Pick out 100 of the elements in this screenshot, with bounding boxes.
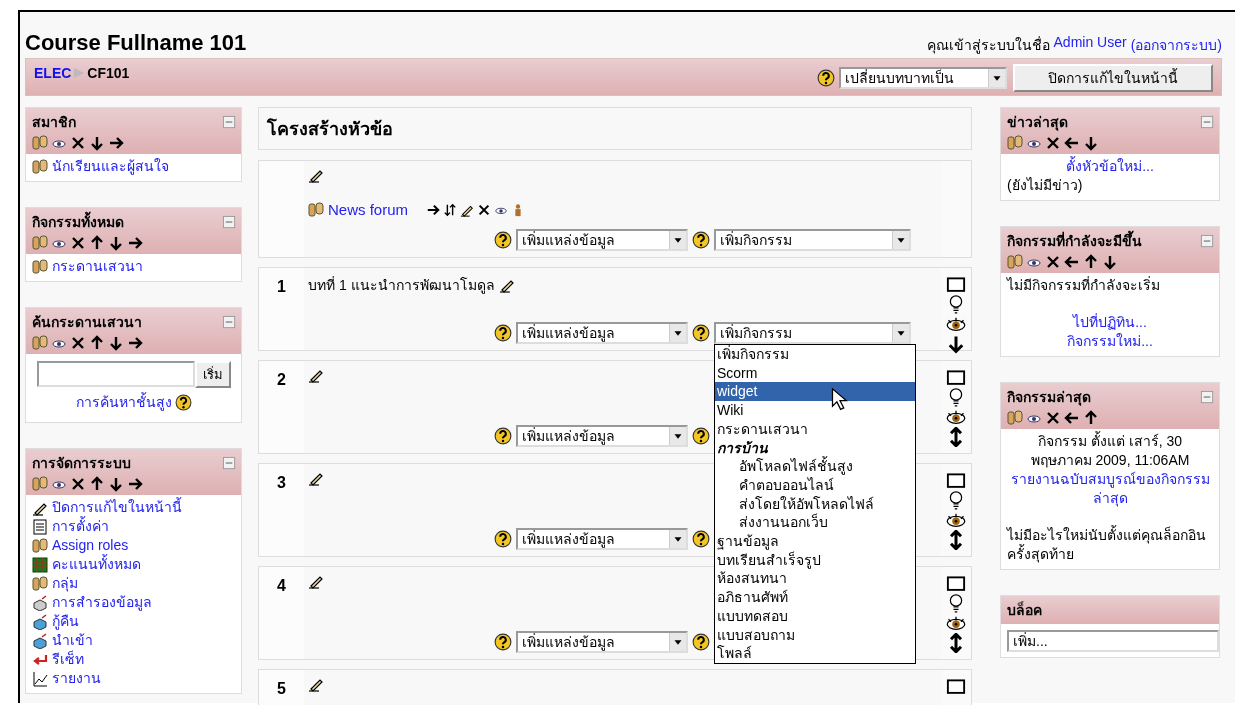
block-link[interactable]: รายงานฉบับสมบูรณ์ของกิจกรรมล่าสุด (1007, 470, 1213, 508)
block-link[interactable]: นักเรียนและผู้สนใจ (52, 157, 169, 176)
arrow-up-icon[interactable] (1083, 254, 1099, 270)
logout-link[interactable]: (ออกจากระบบ) (1130, 34, 1222, 56)
add-resource-select[interactable]: เพิ่มแหล่งข้อมูล (516, 425, 688, 447)
block-link[interactable]: Assign roles (52, 536, 129, 555)
dropdown-option[interactable]: โพลล์ (715, 644, 915, 663)
block-link[interactable]: ปิดการแก้ไขในหน้านี้ (52, 498, 182, 517)
add-activity-select[interactable]: เพิ่มกิจกรรม (714, 322, 911, 344)
arrow-up-icon[interactable] (89, 335, 105, 351)
dropdown-option[interactable]: คำตอบออนไลน์ (715, 475, 915, 495)
help-icon[interactable] (174, 393, 192, 411)
dropdown-option[interactable]: ห้องสนทนา (715, 569, 915, 589)
arrow-right-icon[interactable] (127, 476, 143, 492)
dropdown-option[interactable]: กระดานเสวนา (715, 419, 915, 439)
edit-mode-button[interactable]: ปิดการแก้ไขในหน้านี้ (1013, 64, 1213, 92)
block-link[interactable]: รีเซ็ท (52, 650, 84, 669)
delete-icon[interactable] (70, 476, 86, 492)
delete-icon[interactable] (1045, 410, 1061, 426)
dropdown-option[interactable]: เพิ่มกิจกรรม (715, 345, 915, 364)
move-icon[interactable] (443, 202, 458, 217)
people-icon[interactable] (1007, 410, 1023, 426)
people-icon[interactable] (32, 135, 48, 151)
square-icon[interactable] (946, 676, 966, 696)
people-icon[interactable] (32, 476, 48, 492)
arrow-right-icon[interactable] (127, 235, 143, 251)
arrow-right-icon[interactable] (108, 135, 124, 151)
arrow-down-icon[interactable] (1102, 254, 1118, 270)
help-icon[interactable] (692, 530, 710, 548)
square-icon[interactable] (946, 573, 966, 593)
add-resource-select[interactable]: เพิ่มแหล่งข้อมูล (516, 631, 688, 653)
help-icon[interactable] (692, 633, 710, 651)
help-icon[interactable] (692, 324, 710, 342)
delete-icon[interactable] (70, 235, 86, 251)
block-link[interactable]: กลุ่ม (52, 574, 78, 593)
people-icon[interactable] (1007, 254, 1023, 270)
add-resource-select[interactable]: เพิ่มแหล่งข้อมูล (516, 528, 688, 550)
arrow-up-icon[interactable] (89, 476, 105, 492)
search-field[interactable] (36, 361, 195, 387)
people-icon[interactable] (32, 335, 48, 351)
arrow-down-icon[interactable] (108, 335, 124, 351)
search-button[interactable]: เริ่ม (194, 361, 231, 388)
block-link[interactable]: คะแนนทั้งหมด (52, 555, 141, 574)
dropdown-option[interactable]: ส่งงานนอกเว็บ (715, 513, 915, 533)
arrow-down-icon[interactable] (1083, 135, 1099, 151)
arrow-up-icon[interactable] (89, 235, 105, 251)
dropdown-option[interactable]: แบบสอบถาม (715, 625, 915, 645)
dropdown-option[interactable]: widget (715, 382, 915, 402)
arrow-down-icon[interactable] (89, 135, 105, 151)
arrow-down-icon[interactable] (108, 476, 124, 492)
add-block-select[interactable]: เพิ่ม... (1007, 630, 1219, 652)
help-icon[interactable] (494, 633, 512, 651)
dropdown-option[interactable]: อภิธานศัพท์ (715, 588, 915, 607)
delete-icon[interactable] (477, 202, 492, 217)
dropdown-option[interactable]: บทเรียนสำเร็จรูป (715, 550, 915, 570)
role-select[interactable]: เปลี่ยนบทบาทเป็น (839, 67, 1007, 89)
arrow-left-icon[interactable] (1064, 254, 1080, 270)
block-link[interactable]: ไปที่ปฏิทิน... (1007, 313, 1213, 332)
square-icon[interactable] (946, 367, 966, 387)
block-link[interactable]: ตั้งหัวข้อใหม่... (1007, 157, 1213, 176)
block-link[interactable]: การตั้งค่า (52, 517, 109, 536)
arrow-up-icon[interactable] (1083, 410, 1099, 426)
arrow-down-icon[interactable] (108, 235, 124, 251)
activity-link[interactable]: News forum (328, 201, 409, 218)
add-resource-select[interactable]: เพิ่มแหล่งข้อมูล (516, 322, 688, 344)
delete-icon[interactable] (1045, 135, 1061, 151)
square-icon[interactable] (946, 470, 966, 490)
people-icon[interactable] (32, 235, 48, 251)
square-icon[interactable] (946, 274, 966, 294)
help-icon[interactable] (494, 324, 512, 342)
delete-icon[interactable] (70, 335, 86, 351)
dropdown-option[interactable]: ฐานข้อมูล (715, 532, 915, 551)
dropdown-option[interactable]: Wiki (715, 401, 915, 420)
user-link[interactable]: Admin User (1053, 34, 1127, 56)
breadcrumb-link[interactable]: ELEC (34, 65, 72, 81)
help-icon[interactable] (817, 69, 835, 87)
block-link[interactable]: กิจกรรมใหม่... (1007, 332, 1213, 351)
help-icon[interactable] (692, 231, 710, 249)
help-icon[interactable] (494, 427, 512, 445)
arrow-right-icon[interactable] (426, 202, 441, 217)
block-link[interactable]: รายงาน (52, 669, 101, 688)
delete-icon[interactable] (70, 135, 86, 151)
arrow-right-icon[interactable] (127, 335, 143, 351)
block-link[interactable]: กู้คืน (52, 612, 79, 631)
block-link[interactable]: กระดานเสวนา (52, 257, 143, 276)
block-link[interactable]: นำเข้า (52, 631, 93, 650)
arrow-left-icon[interactable] (1064, 135, 1080, 151)
people-icon[interactable] (1007, 135, 1023, 151)
people-icon[interactable] (32, 537, 48, 554)
delete-icon[interactable] (1045, 254, 1061, 270)
help-icon[interactable] (692, 427, 710, 445)
dropdown-option[interactable]: อัพโหลดไฟล์ชั้นสูง (715, 457, 915, 476)
advanced-search-link[interactable]: การค้นหาชั้นสูง (75, 391, 172, 413)
arrow-down-icon[interactable] (946, 334, 966, 354)
help-icon[interactable] (494, 530, 512, 548)
dropdown-option[interactable]: แบบทดสอบ (715, 606, 915, 626)
dropdown-option[interactable]: ส่งโดยให้อัพโหลดไฟล์ (715, 494, 915, 514)
help-icon[interactable] (494, 231, 512, 249)
add-resource-select[interactable]: เพิ่มแหล่งข้อมูล (516, 229, 688, 251)
arrow-left-icon[interactable] (1064, 410, 1080, 426)
